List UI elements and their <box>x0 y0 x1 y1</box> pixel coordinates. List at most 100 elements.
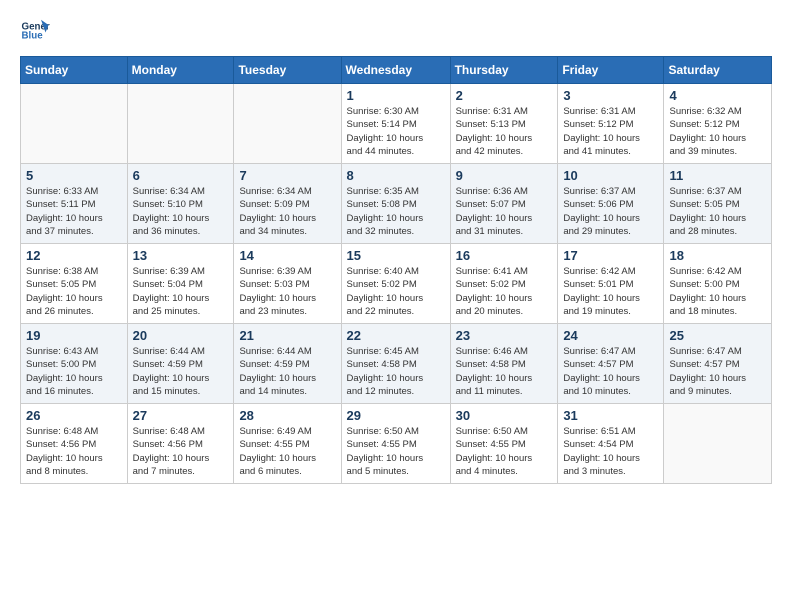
day-info: Sunrise: 6:49 AM Sunset: 4:55 PM Dayligh… <box>239 425 335 478</box>
calendar-day-cell: 10Sunrise: 6:37 AM Sunset: 5:06 PM Dayli… <box>558 164 664 244</box>
calendar-day-cell: 24 Sunrise: 6:47 AM Sunset: 4:57 PM Dayli… <box>558 324 664 404</box>
day-info: Sunrise: 6:32 AM Sunset: 5:12 PM Dayligh… <box>669 105 766 158</box>
day-number: 17 <box>563 248 658 263</box>
day-number: 1 <box>347 88 445 103</box>
calendar-day-cell: 13 Sunrise: 6:39 AM Sunset: 5:04 PM Dayli… <box>127 244 234 324</box>
day-info: Sunrise: 6:30 AM Sunset: 5:14 PM Dayligh… <box>347 105 445 158</box>
day-info: Sunrise: 6:35 AM Sunset: 5:08 PM Dayligh… <box>347 185 445 238</box>
day-info: Sunrise: 6:42 AM Sunset: 5:01 PM Dayligh… <box>563 265 658 318</box>
calendar-day-cell: 7 Sunrise: 6:34 AM Sunset: 5:09 PM Daylig… <box>234 164 341 244</box>
day-number: 8 <box>347 168 445 183</box>
calendar-day-cell: 23 Sunrise: 6:46 AM Sunset: 4:58 PM Dayli… <box>450 324 558 404</box>
day-number: 16 <box>456 248 553 263</box>
calendar-day-cell: 21 Sunrise: 6:44 AM Sunset: 4:59 PM Dayli… <box>234 324 341 404</box>
day-number: 24 <box>563 328 658 343</box>
day-number: 23 <box>456 328 553 343</box>
day-number: 12 <box>26 248 122 263</box>
calendar-day-cell: 17 Sunrise: 6:42 AM Sunset: 5:01 PM Dayli… <box>558 244 664 324</box>
calendar-week-row: 12 Sunrise: 6:38 AM Sunset: 5:05 PM Dayli… <box>21 244 772 324</box>
calendar-day-cell: 31 Sunrise: 6:51 AM Sunset: 4:54 PM Dayli… <box>558 404 664 484</box>
day-info: Sunrise: 6:43 AM Sunset: 5:00 PM Dayligh… <box>26 345 122 398</box>
day-number: 13 <box>133 248 229 263</box>
weekday-header-monday: Monday <box>127 57 234 84</box>
calendar-day-cell: 20 Sunrise: 6:44 AM Sunset: 4:59 PM Dayli… <box>127 324 234 404</box>
calendar-day-cell: 29 Sunrise: 6:50 AM Sunset: 4:55 PM Dayli… <box>341 404 450 484</box>
calendar-table: SundayMondayTuesdayWednesdayThursdayFrid… <box>20 56 772 484</box>
calendar-day-cell: 9Sunrise: 6:36 AM Sunset: 5:07 PM Daylig… <box>450 164 558 244</box>
day-info: Sunrise: 6:44 AM Sunset: 4:59 PM Dayligh… <box>239 345 335 398</box>
weekday-header-wednesday: Wednesday <box>341 57 450 84</box>
calendar-day-cell <box>127 84 234 164</box>
day-info: Sunrise: 6:37 AM Sunset: 5:06 PM Dayligh… <box>563 185 658 238</box>
calendar-day-cell: 5Sunrise: 6:33 AM Sunset: 5:11 PM Daylig… <box>21 164 128 244</box>
calendar-day-cell: 18Sunrise: 6:42 AM Sunset: 5:00 PM Dayli… <box>664 244 772 324</box>
logo: General Blue <box>20 16 54 46</box>
day-info: Sunrise: 6:39 AM Sunset: 5:03 PM Dayligh… <box>239 265 335 318</box>
calendar-day-cell: 27 Sunrise: 6:48 AM Sunset: 4:56 PM Dayli… <box>127 404 234 484</box>
day-info: Sunrise: 6:47 AM Sunset: 4:57 PM Dayligh… <box>669 345 766 398</box>
day-number: 11 <box>669 168 766 183</box>
day-number: 14 <box>239 248 335 263</box>
day-info: Sunrise: 6:33 AM Sunset: 5:11 PM Dayligh… <box>26 185 122 238</box>
day-info: Sunrise: 6:44 AM Sunset: 4:59 PM Dayligh… <box>133 345 229 398</box>
svg-text:Blue: Blue <box>22 31 44 42</box>
calendar-day-cell: 28 Sunrise: 6:49 AM Sunset: 4:55 PM Dayli… <box>234 404 341 484</box>
calendar-day-cell: 26 Sunrise: 6:48 AM Sunset: 4:56 PM Dayli… <box>21 404 128 484</box>
calendar-day-cell: 22 Sunrise: 6:45 AM Sunset: 4:58 PM Dayli… <box>341 324 450 404</box>
day-info: Sunrise: 6:34 AM Sunset: 5:09 PM Dayligh… <box>239 185 335 238</box>
day-number: 29 <box>347 408 445 423</box>
calendar-week-row: 19 Sunrise: 6:43 AM Sunset: 5:00 PM Dayli… <box>21 324 772 404</box>
day-number: 30 <box>456 408 553 423</box>
day-info: Sunrise: 6:48 AM Sunset: 4:56 PM Dayligh… <box>133 425 229 478</box>
day-number: 3 <box>563 88 658 103</box>
weekday-header-saturday: Saturday <box>664 57 772 84</box>
calendar-day-cell: 14 Sunrise: 6:39 AM Sunset: 5:03 PM Dayli… <box>234 244 341 324</box>
day-number: 9 <box>456 168 553 183</box>
day-info: Sunrise: 6:38 AM Sunset: 5:05 PM Dayligh… <box>26 265 122 318</box>
day-number: 7 <box>239 168 335 183</box>
day-info: Sunrise: 6:48 AM Sunset: 4:56 PM Dayligh… <box>26 425 122 478</box>
day-info: Sunrise: 6:40 AM Sunset: 5:02 PM Dayligh… <box>347 265 445 318</box>
calendar-day-cell: 1 Sunrise: 6:30 AM Sunset: 5:14 PM Daylig… <box>341 84 450 164</box>
calendar-day-cell: 12 Sunrise: 6:38 AM Sunset: 5:05 PM Dayli… <box>21 244 128 324</box>
calendar-header-row: SundayMondayTuesdayWednesdayThursdayFrid… <box>21 57 772 84</box>
calendar-day-cell <box>234 84 341 164</box>
day-info: Sunrise: 6:46 AM Sunset: 4:58 PM Dayligh… <box>456 345 553 398</box>
day-number: 31 <box>563 408 658 423</box>
day-info: Sunrise: 6:34 AM Sunset: 5:10 PM Dayligh… <box>133 185 229 238</box>
day-number: 2 <box>456 88 553 103</box>
day-number: 22 <box>347 328 445 343</box>
day-info: Sunrise: 6:42 AM Sunset: 5:00 PM Dayligh… <box>669 265 766 318</box>
calendar-day-cell: 2Sunrise: 6:31 AM Sunset: 5:13 PM Daylig… <box>450 84 558 164</box>
page-header: General Blue <box>20 16 772 46</box>
calendar-day-cell: 4 Sunrise: 6:32 AM Sunset: 5:12 PM Daylig… <box>664 84 772 164</box>
day-number: 27 <box>133 408 229 423</box>
day-info: Sunrise: 6:47 AM Sunset: 4:57 PM Dayligh… <box>563 345 658 398</box>
weekday-header-sunday: Sunday <box>21 57 128 84</box>
calendar-day-cell: 6 Sunrise: 6:34 AM Sunset: 5:10 PM Daylig… <box>127 164 234 244</box>
weekday-header-tuesday: Tuesday <box>234 57 341 84</box>
calendar-day-cell: 16 Sunrise: 6:41 AM Sunset: 5:02 PM Dayli… <box>450 244 558 324</box>
day-number: 21 <box>239 328 335 343</box>
day-info: Sunrise: 6:45 AM Sunset: 4:58 PM Dayligh… <box>347 345 445 398</box>
day-number: 15 <box>347 248 445 263</box>
day-info: Sunrise: 6:39 AM Sunset: 5:04 PM Dayligh… <box>133 265 229 318</box>
day-number: 4 <box>669 88 766 103</box>
day-number: 25 <box>669 328 766 343</box>
day-info: Sunrise: 6:31 AM Sunset: 5:12 PM Dayligh… <box>563 105 658 158</box>
day-info: Sunrise: 6:50 AM Sunset: 4:55 PM Dayligh… <box>456 425 553 478</box>
calendar-day-cell: 30 Sunrise: 6:50 AM Sunset: 4:55 PM Dayli… <box>450 404 558 484</box>
calendar-day-cell: 25 Sunrise: 6:47 AM Sunset: 4:57 PM Dayli… <box>664 324 772 404</box>
day-info: Sunrise: 6:50 AM Sunset: 4:55 PM Dayligh… <box>347 425 445 478</box>
calendar-week-row: 26 Sunrise: 6:48 AM Sunset: 4:56 PM Dayli… <box>21 404 772 484</box>
day-number: 6 <box>133 168 229 183</box>
calendar-day-cell: 11Sunrise: 6:37 AM Sunset: 5:05 PM Dayli… <box>664 164 772 244</box>
calendar-day-cell <box>21 84 128 164</box>
day-info: Sunrise: 6:41 AM Sunset: 5:02 PM Dayligh… <box>456 265 553 318</box>
day-number: 28 <box>239 408 335 423</box>
day-number: 26 <box>26 408 122 423</box>
day-number: 19 <box>26 328 122 343</box>
day-info: Sunrise: 6:51 AM Sunset: 4:54 PM Dayligh… <box>563 425 658 478</box>
day-number: 20 <box>133 328 229 343</box>
calendar-day-cell: 8 Sunrise: 6:35 AM Sunset: 5:08 PM Daylig… <box>341 164 450 244</box>
